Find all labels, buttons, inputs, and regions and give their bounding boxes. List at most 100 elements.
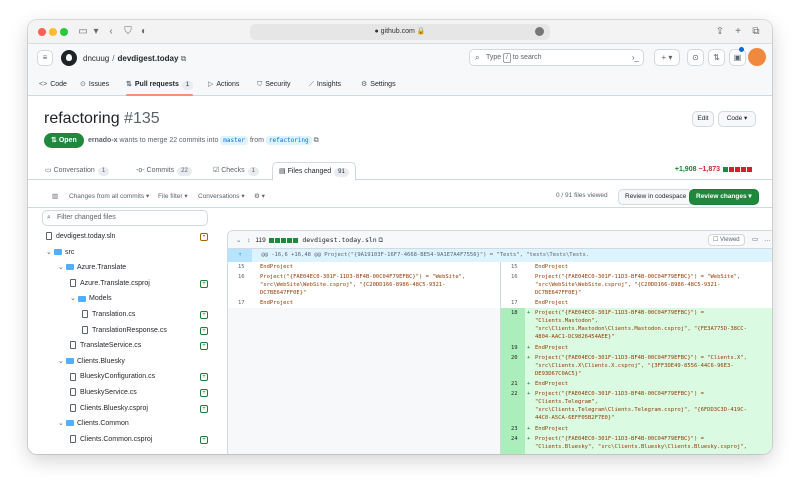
- edit-button[interactable]: Edit: [692, 111, 714, 127]
- diff-settings-dropdown[interactable]: ⚙ ▾: [254, 192, 265, 200]
- changes-from-dropdown[interactable]: Changes from all commits ▾: [69, 192, 149, 200]
- tree-file[interactable]: devdigest.today.sln •: [42, 229, 208, 245]
- address-bar[interactable]: ● github.com 🔒: [250, 24, 550, 40]
- line-number[interactable]: 20: [501, 353, 525, 379]
- pull-requests-icon[interactable]: ⇅: [708, 49, 725, 66]
- issues-icon[interactable]: ⊙: [687, 49, 704, 66]
- new-tab-icon[interactable]: +: [732, 25, 744, 39]
- repo-nav-pull-requests[interactable]: ⇅ Pull requests 1: [126, 74, 194, 96]
- head-branch[interactable]: refactoring: [265, 136, 312, 145]
- conversations-dropdown[interactable]: Conversations ▾: [198, 192, 245, 200]
- file-tree-toggle-icon[interactable]: ▥: [52, 192, 58, 200]
- close-window-button[interactable]: [38, 28, 46, 36]
- repo-nav-settings[interactable]: ⚙ Settings: [361, 74, 396, 96]
- copy-icon[interactable]: ⧉: [314, 137, 319, 144]
- line-number[interactable]: 15: [228, 262, 252, 272]
- line-number[interactable]: [228, 379, 252, 389]
- file-icon: [46, 232, 52, 241]
- code-dropdown-button[interactable]: Code ▾: [718, 111, 756, 127]
- reload-icon[interactable]: [535, 27, 544, 36]
- chevron-down-icon[interactable]: ⌄: [58, 416, 66, 432]
- filter-changed-files-input[interactable]: ⌕ Filter changed files: [42, 210, 208, 226]
- tree-file[interactable]: TranslateService.cs +: [42, 338, 208, 354]
- search-input[interactable]: ⌕ Type / to search ›_: [469, 49, 644, 66]
- inbox-icon[interactable]: ▣: [729, 49, 746, 66]
- zoom-window-button[interactable]: [60, 28, 68, 36]
- tab-commits[interactable]: -o- Commits 22: [136, 162, 192, 180]
- repo-name-link[interactable]: devdigest.today: [117, 54, 178, 63]
- line-number[interactable]: [228, 308, 252, 343]
- viewed-checkbox[interactable]: ☐ Viewed: [708, 234, 745, 246]
- tree-file[interactable]: BlueskyService.cs +: [42, 385, 208, 401]
- chevron-down-icon[interactable]: ▾: [92, 25, 100, 39]
- repo-nav-insights[interactable]: ⟋ Insights: [309, 74, 341, 96]
- line-number[interactable]: 19: [501, 343, 525, 353]
- sidebar-toggle-icon[interactable]: ▭: [76, 25, 90, 39]
- line-number[interactable]: 22: [501, 389, 525, 424]
- expand-up-icon[interactable]: ⇡: [228, 249, 252, 262]
- tree-folder[interactable]: ⌄ Clients.Common: [42, 416, 208, 432]
- file-added-icon: +: [200, 326, 208, 335]
- tree-file[interactable]: Translation.cs +: [42, 307, 208, 323]
- line-number[interactable]: 21: [501, 379, 525, 389]
- create-new-button[interactable]: + ▾: [654, 49, 680, 66]
- line-number[interactable]: 24: [501, 434, 525, 454]
- copy-icon[interactable]: ⧉: [379, 237, 384, 244]
- expand-all-icon[interactable]: ↕: [247, 237, 250, 244]
- line-number[interactable]: [228, 389, 252, 424]
- tree-folder[interactable]: ⌄ Clients.Bluesky: [42, 354, 208, 370]
- url-text: github.com: [380, 28, 415, 35]
- line-number[interactable]: [228, 434, 252, 454]
- shield-icon[interactable]: ⛉: [122, 25, 134, 39]
- comment-icon[interactable]: ▭: [752, 231, 758, 249]
- repo-nav-code[interactable]: <> Code: [39, 74, 67, 96]
- repo-owner-link[interactable]: dncuug: [83, 54, 109, 63]
- share-icon[interactable]: ⇪: [714, 25, 726, 39]
- chevron-down-icon[interactable]: ⌄: [236, 237, 241, 244]
- tab-files-changed[interactable]: ▤ Files changed 91: [272, 162, 356, 181]
- diff-file-name[interactable]: devdigest.today.sln: [302, 236, 376, 244]
- review-in-codespace-button[interactable]: Review in codespace: [618, 189, 694, 205]
- repo-nav-security[interactable]: ⛉ Security: [257, 74, 291, 96]
- repo-nav-actions[interactable]: ▷ Actions: [208, 74, 239, 96]
- line-number[interactable]: 16: [228, 272, 252, 298]
- tab-checks[interactable]: ☑ Checks 1: [213, 162, 259, 180]
- line-number[interactable]: [228, 353, 252, 379]
- line-number[interactable]: [228, 424, 252, 434]
- chevron-down-icon[interactable]: ⌄: [46, 245, 54, 261]
- base-branch[interactable]: master: [220, 136, 248, 145]
- tree-file[interactable]: Azure.Translate.csproj +: [42, 276, 208, 292]
- author-link[interactable]: ernado-x: [88, 137, 118, 144]
- hamburger-menu-button[interactable]: ≡: [37, 50, 53, 66]
- minimize-window-button[interactable]: [49, 28, 57, 36]
- more-options-icon[interactable]: …: [764, 231, 771, 249]
- command-palette-icon[interactable]: ›_: [632, 50, 639, 65]
- tree-file[interactable]: Clients.Common.csproj +: [42, 432, 208, 448]
- tab-conversation[interactable]: ▭ Conversation 1: [45, 162, 110, 180]
- github-logo-icon[interactable]: [61, 50, 77, 66]
- line-number[interactable]: [228, 343, 252, 353]
- line-number[interactable]: 17: [501, 298, 525, 308]
- line-number[interactable]: 15: [501, 262, 525, 272]
- tree-folder[interactable]: ⌄ Models: [42, 291, 208, 307]
- tab-overview-icon[interactable]: ⧉: [750, 25, 762, 39]
- chevron-down-icon[interactable]: ⌄: [58, 354, 66, 370]
- repo-nav-issues[interactable]: ⊙ Issues: [80, 74, 109, 96]
- tree-file[interactable]: Clients.Bluesky.csproj +: [42, 401, 208, 417]
- line-number[interactable]: 23: [501, 424, 525, 434]
- avatar[interactable]: [748, 48, 766, 66]
- line-number[interactable]: 18: [501, 308, 525, 343]
- copy-icon[interactable]: ⧉: [181, 54, 187, 63]
- chevron-down-icon[interactable]: ⌄: [70, 291, 78, 307]
- back-icon[interactable]: ‹: [106, 25, 116, 39]
- line-number[interactable]: 17: [228, 298, 252, 308]
- review-changes-button[interactable]: Review changes ▾: [689, 189, 759, 205]
- tree-folder[interactable]: ⌄ src: [42, 245, 208, 261]
- tree-folder[interactable]: ⌄ Azure.Translate: [42, 260, 208, 276]
- privacy-icon[interactable]: ◐: [138, 25, 150, 39]
- tree-file[interactable]: TranslationResponse.cs +: [42, 323, 208, 339]
- tree-file[interactable]: BlueskyConfiguration.cs +: [42, 369, 208, 385]
- file-filter-dropdown[interactable]: File filter ▾: [158, 192, 188, 200]
- chevron-down-icon[interactable]: ⌄: [58, 260, 66, 276]
- line-number[interactable]: 16: [501, 272, 525, 298]
